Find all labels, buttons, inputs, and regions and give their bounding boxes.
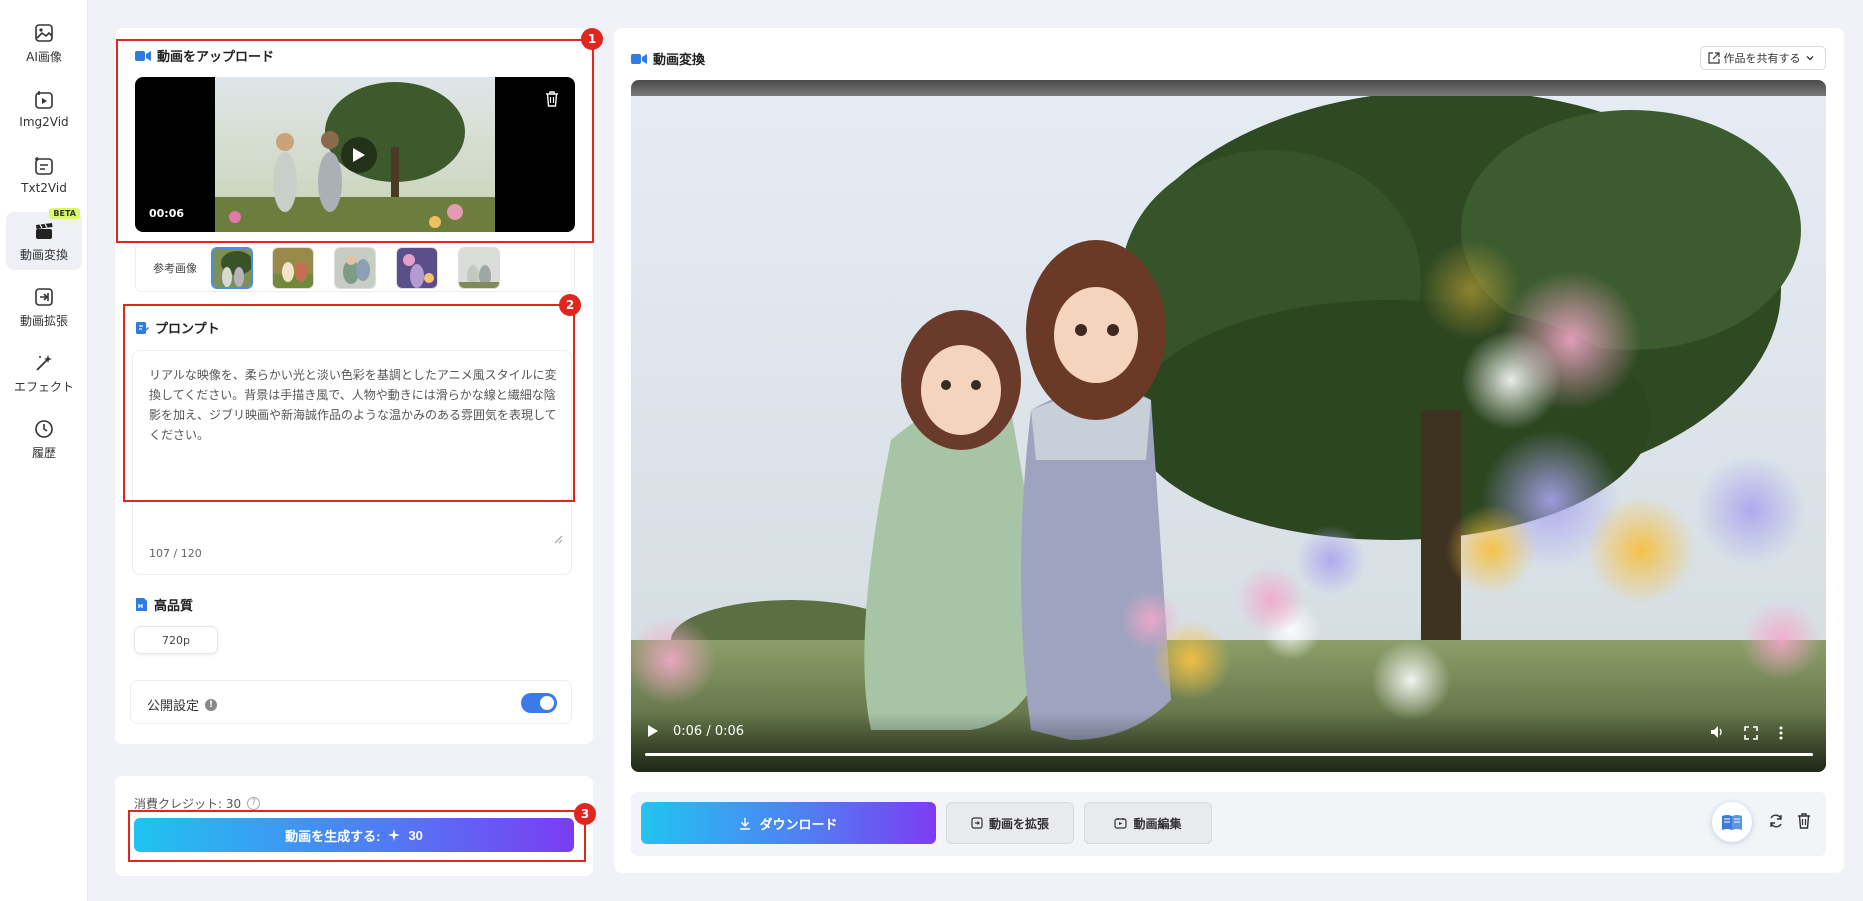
annotation-box-1 bbox=[116, 39, 594, 243]
annotation-box-2 bbox=[123, 304, 575, 502]
hd-document-icon bbox=[136, 598, 147, 611]
more-options-icon[interactable] bbox=[1779, 726, 1783, 740]
expand-icon bbox=[971, 817, 983, 829]
char-count: 107 / 120 bbox=[149, 547, 202, 560]
sidebar-item-video-extend[interactable]: 動画拡張 bbox=[6, 278, 82, 336]
guide-book-button[interactable] bbox=[1712, 802, 1752, 842]
fullscreen-icon[interactable] bbox=[1744, 726, 1758, 740]
public-setting-label: 公開設定 ! bbox=[147, 695, 218, 714]
play-icon[interactable] bbox=[647, 724, 659, 738]
clock-icon bbox=[35, 419, 53, 438]
download-icon bbox=[740, 817, 751, 830]
sidebar: AI画像 Img2Vid Txt2Vid BETA 動画変換 動画拡張 エフェク… bbox=[0, 0, 88, 901]
reference-thumbnail[interactable] bbox=[272, 247, 314, 289]
reference-thumbnail[interactable] bbox=[396, 247, 438, 289]
edit-video-button[interactable]: 動画編集 bbox=[1084, 802, 1212, 844]
trash-icon[interactable] bbox=[1797, 813, 1811, 829]
chevron-down-icon bbox=[1806, 56, 1813, 61]
sidebar-item-img2vid[interactable]: Img2Vid bbox=[6, 80, 82, 138]
clapper-icon bbox=[36, 222, 53, 239]
extend-video-button[interactable]: 動画を拡張 bbox=[946, 802, 1074, 844]
progress-bar[interactable] bbox=[645, 753, 1813, 756]
img2vid-icon bbox=[35, 91, 53, 109]
reference-thumbnail[interactable] bbox=[334, 247, 376, 289]
sidebar-item-effects[interactable]: エフェクト bbox=[6, 344, 82, 402]
public-setting-row: 公開設定 ! bbox=[130, 680, 572, 724]
annotation-number-2: 2 bbox=[559, 294, 581, 316]
sidebar-item-label: 履歴 bbox=[31, 445, 56, 460]
sidebar-item-label: 動画拡張 bbox=[19, 313, 68, 328]
reference-images-row: 参考画像 bbox=[135, 242, 575, 292]
player-top-bar bbox=[631, 80, 1826, 96]
txt2vid-icon bbox=[35, 157, 53, 175]
player-controls: 0:06 / 0:06 bbox=[631, 712, 1826, 772]
video-player[interactable]: 0:06 / 0:06 bbox=[631, 80, 1826, 772]
info-icon[interactable]: ! bbox=[205, 698, 218, 711]
reference-thumbnail[interactable] bbox=[458, 247, 500, 289]
reference-thumbnail[interactable] bbox=[211, 247, 253, 289]
sidebar-item-label: エフェクト bbox=[13, 379, 74, 394]
refresh-icon[interactable] bbox=[1768, 813, 1784, 829]
player-time: 0:06 / 0:06 bbox=[673, 724, 745, 739]
video-camera-icon bbox=[631, 53, 647, 64]
public-toggle[interactable] bbox=[521, 693, 557, 713]
sidebar-item-label: Img2Vid bbox=[19, 115, 69, 129]
volume-icon[interactable] bbox=[1709, 724, 1725, 740]
sidebar-item-video-convert[interactable]: BETA 動画変換 bbox=[6, 208, 82, 270]
download-button[interactable]: ダウンロード bbox=[641, 802, 936, 844]
share-work-button[interactable]: 作品を共有する bbox=[1700, 46, 1826, 70]
sidebar-item-txt2vid[interactable]: Txt2Vid bbox=[6, 146, 82, 204]
magic-wand-icon bbox=[36, 354, 52, 371]
book-icon bbox=[1722, 815, 1742, 830]
result-section-title: 動画変換 bbox=[631, 49, 705, 68]
reference-label: 参考画像 bbox=[153, 262, 197, 275]
video-edit-icon bbox=[1114, 818, 1128, 829]
annotation-number-3: 3 bbox=[574, 803, 596, 825]
anime-video-frame bbox=[631, 80, 1826, 772]
beta-badge: BETA bbox=[49, 208, 80, 219]
resize-grip-icon[interactable] bbox=[553, 534, 563, 544]
annotation-box-3 bbox=[128, 810, 586, 862]
sidebar-item-label: AI画像 bbox=[26, 49, 62, 64]
quality-section-title: 高品質 bbox=[135, 595, 193, 614]
sidebar-item-history[interactable]: 履歴 bbox=[6, 410, 82, 468]
resolution-option-720p[interactable]: 720p bbox=[135, 627, 217, 653]
sidebar-item-label: 動画変換 bbox=[19, 247, 68, 262]
image-icon bbox=[35, 23, 53, 42]
sidebar-item-ai-image[interactable]: AI画像 bbox=[6, 14, 82, 72]
help-icon[interactable]: ? bbox=[247, 797, 261, 810]
external-link-icon bbox=[1707, 52, 1720, 64]
annotation-number-1: 1 bbox=[581, 28, 603, 50]
sidebar-item-label: Txt2Vid bbox=[21, 181, 67, 195]
expand-icon bbox=[35, 287, 53, 306]
